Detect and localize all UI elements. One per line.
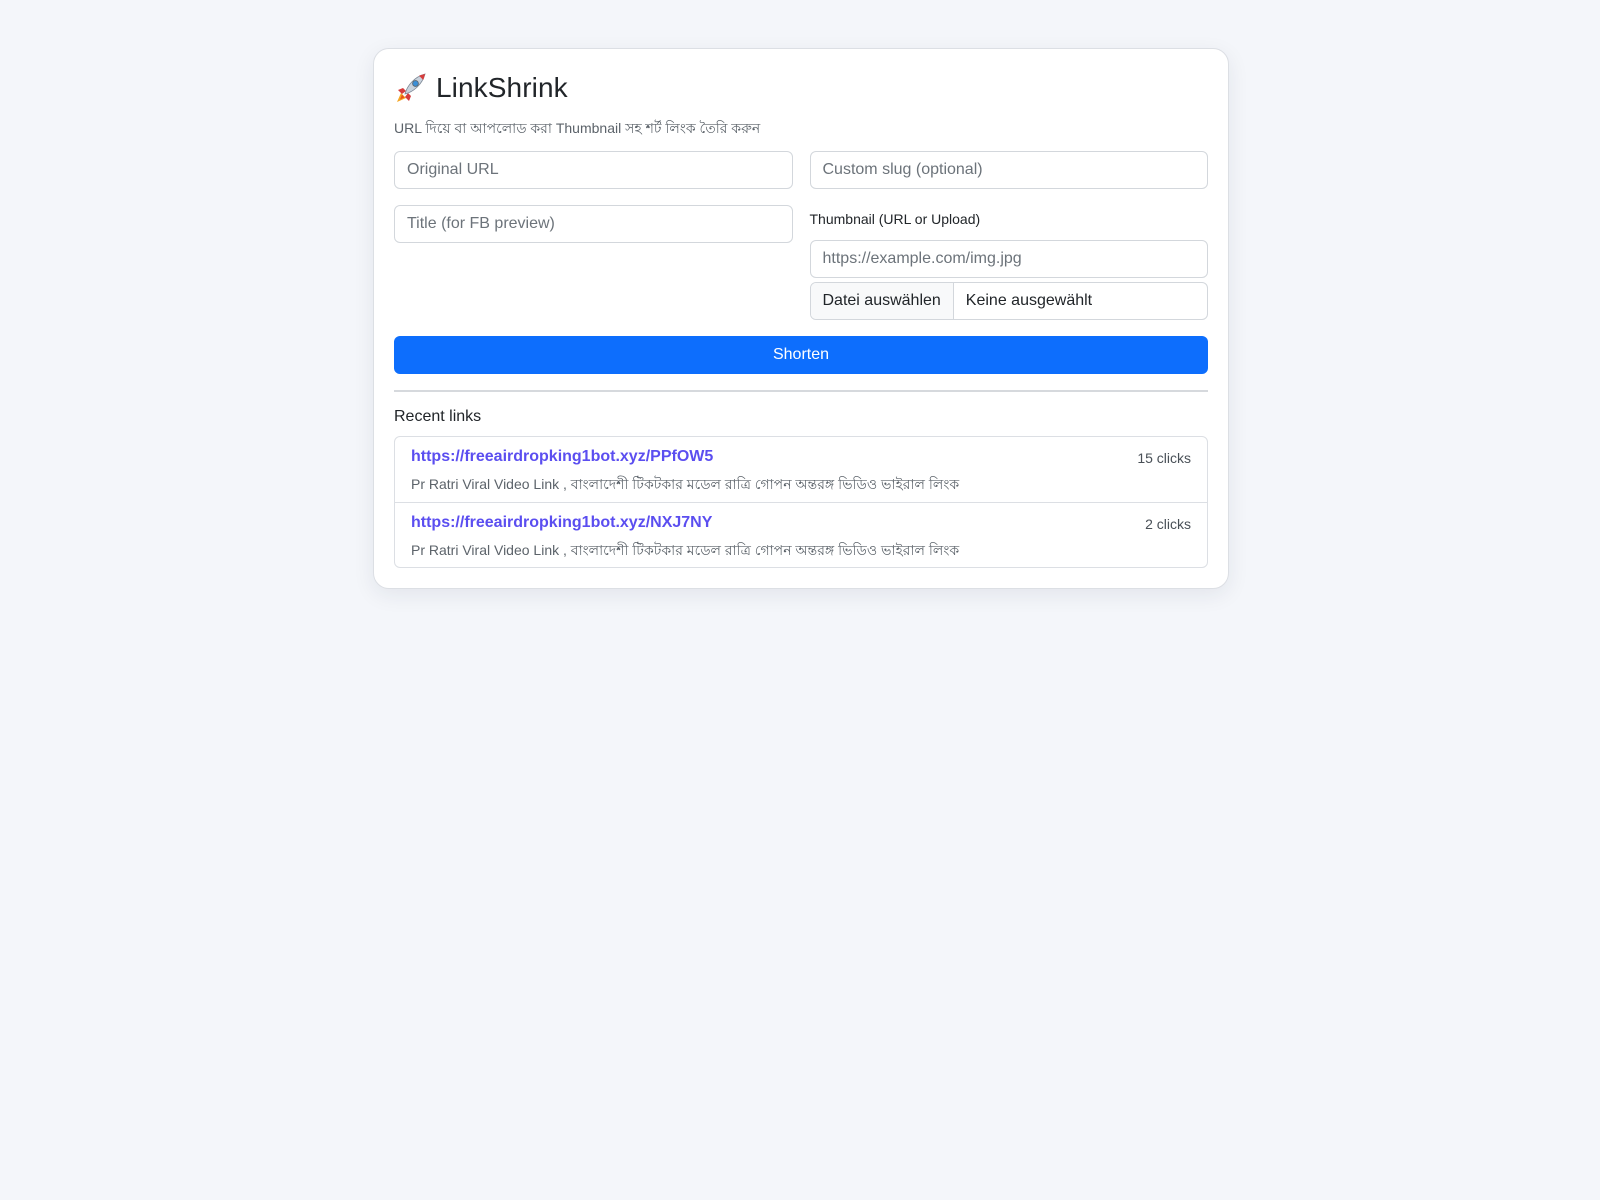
original-url-input[interactable] xyxy=(394,151,793,189)
left-column-top xyxy=(394,151,793,189)
shorten-form: Thumbnail (URL or Upload) Datei auswähle… xyxy=(394,151,1208,320)
list-item: https://freeairdropking1bot.xyz/NXJ7NY P… xyxy=(395,502,1207,567)
link-title: Pr Ratri Viral Video Link , বাংলাদেশী টি… xyxy=(411,476,960,492)
choose-file-button[interactable]: Datei auswählen xyxy=(810,283,954,319)
custom-slug-input[interactable] xyxy=(809,151,1208,189)
thumbnail-group: Thumbnail (URL or Upload) Datei auswähle… xyxy=(809,205,1208,320)
click-count: 15 clicks xyxy=(1137,450,1191,466)
link-title: Pr Ratri Viral Video Link , বাংলাদেশী টি… xyxy=(411,542,960,558)
click-count: 2 clicks xyxy=(1145,516,1191,532)
header: LinkShrink xyxy=(394,70,1208,106)
recent-links-heading: Recent links xyxy=(394,408,482,425)
title-input[interactable] xyxy=(394,205,793,243)
left-column-bottom xyxy=(394,205,793,320)
shortener-card: LinkShrink URL দিয়ে বা আপলোড করা Thumbn… xyxy=(373,48,1229,589)
thumbnail-url-input[interactable] xyxy=(809,240,1208,278)
recent-links-list: https://freeairdropking1bot.xyz/PPfOW5 P… xyxy=(394,436,1208,568)
list-item: https://freeairdropking1bot.xyz/PPfOW5 P… xyxy=(395,437,1207,502)
divider xyxy=(394,390,1208,392)
app-subtitle: URL দিয়ে বা আপলোড করা Thumbnail সহ শর্ট… xyxy=(394,120,761,136)
short-link[interactable]: https://freeairdropking1bot.xyz/PPfOW5 xyxy=(411,448,1191,468)
app-title: LinkShrink xyxy=(436,72,568,103)
file-status-text: Keine ausgewählt xyxy=(965,292,1093,309)
shorten-button[interactable]: Shorten xyxy=(394,336,1208,374)
thumbnail-file-input[interactable]: Datei auswählen Keine ausgewählt xyxy=(809,282,1208,320)
thumbnail-label: Thumbnail (URL or Upload) xyxy=(809,211,981,227)
short-link[interactable]: https://freeairdropking1bot.xyz/NXJ7NY xyxy=(411,514,1191,534)
rocket-icon xyxy=(394,71,428,105)
right-column-top xyxy=(809,151,1208,189)
